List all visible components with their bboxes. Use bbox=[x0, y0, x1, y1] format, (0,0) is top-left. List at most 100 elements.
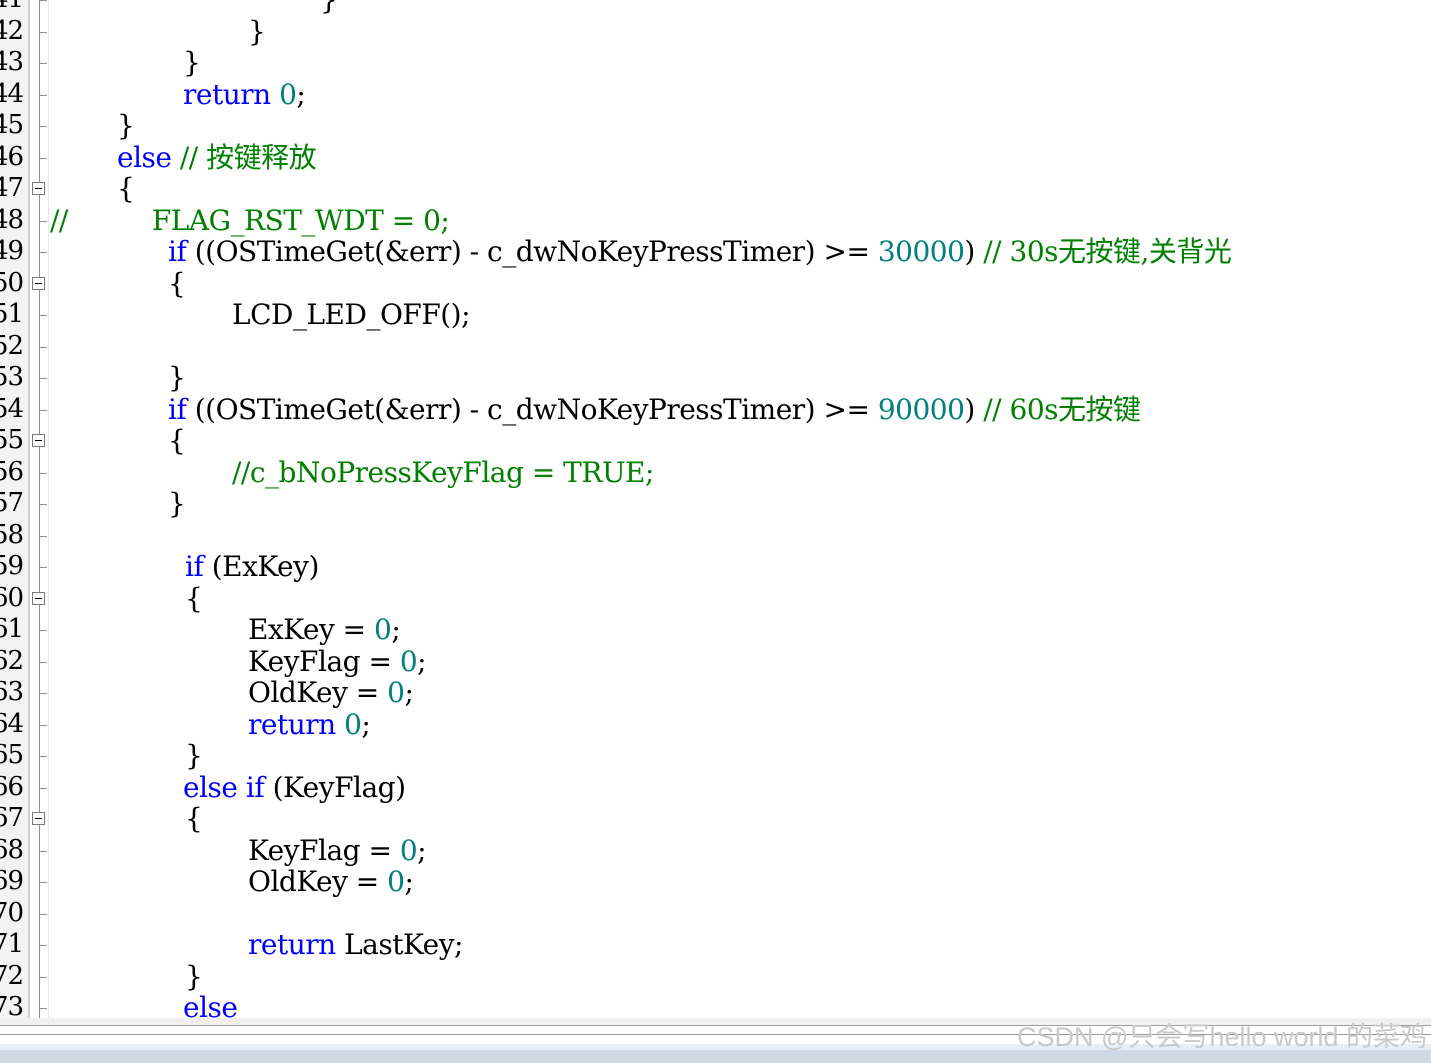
code-token: ) bbox=[964, 235, 984, 268]
keyword-token: return bbox=[248, 928, 336, 961]
code-line[interactable]: } bbox=[185, 961, 203, 992]
code-token: { bbox=[185, 802, 203, 835]
code-line[interactable]: return 0; bbox=[248, 707, 371, 741]
number-token: 0 bbox=[344, 707, 362, 741]
fold-guide-line bbox=[39, 0, 40, 1018]
comment-token: // 60s无按键 bbox=[983, 392, 1141, 426]
code-line[interactable]: OldKey = 0; bbox=[248, 865, 414, 898]
fold-tick bbox=[39, 94, 47, 96]
code-line[interactable]: return LastKey; bbox=[248, 929, 463, 960]
code-line[interactable]: //c_bNoPressKeyFlag = TRUE; bbox=[232, 457, 654, 488]
code-token: } bbox=[185, 739, 203, 772]
code-token: OldKey = bbox=[248, 865, 388, 898]
fold-toggle-icon[interactable] bbox=[32, 812, 45, 825]
fold-tick bbox=[39, 850, 47, 852]
code-line[interactable]: if ((OSTimeGet(&err) - c_dwNoKeyPressTim… bbox=[168, 394, 1141, 425]
code-token: ; bbox=[404, 676, 414, 709]
number-token: 0 bbox=[387, 676, 405, 709]
code-token: KeyFlag = bbox=[248, 644, 400, 678]
fold-toggle-icon[interactable] bbox=[32, 182, 45, 195]
fold-tick bbox=[39, 126, 47, 127]
fold-tick bbox=[39, 913, 47, 915]
line-number: 60 bbox=[0, 582, 24, 613]
line-number: 46 bbox=[0, 141, 24, 172]
fold-tick bbox=[39, 504, 47, 505]
code-token: ((OSTimeGet(&err) - c_dwNoKeyPressTimer)… bbox=[186, 235, 878, 268]
code-line[interactable]: else if (KeyFlag) bbox=[183, 772, 406, 803]
code-line[interactable]: } bbox=[185, 739, 203, 772]
code-token: } bbox=[320, 0, 338, 16]
code-line[interactable]: { bbox=[185, 802, 203, 835]
keyword-token: if bbox=[168, 235, 187, 268]
code-line[interactable]: KeyFlag = 0; bbox=[248, 833, 427, 867]
line-number: 47 bbox=[0, 173, 24, 203]
code-line[interactable]: { bbox=[117, 173, 135, 204]
fold-tick bbox=[39, 0, 47, 1]
code-line[interactable]: if (ExKey) bbox=[185, 551, 319, 582]
line-number: 42 bbox=[0, 15, 24, 46]
code-line[interactable]: { bbox=[168, 425, 186, 456]
code-token: ; bbox=[296, 77, 306, 111]
code-line[interactable]: return 0; bbox=[183, 77, 306, 111]
number-token: 0 bbox=[387, 865, 405, 898]
line-number: 51 bbox=[0, 299, 24, 329]
line-number: 55 bbox=[0, 425, 24, 455]
code-token: KeyFlag = bbox=[248, 833, 400, 867]
code-line[interactable]: KeyFlag = 0; bbox=[248, 644, 427, 678]
code-line[interactable]: } bbox=[117, 110, 135, 141]
code-line[interactable]: } bbox=[320, 0, 338, 16]
code-area[interactable]: }}}return 0;}else // 按键释放{// FLAG_RST_WD… bbox=[50, 0, 1431, 1018]
code-line[interactable]: // FLAG_RST_WDT = 0; bbox=[50, 203, 450, 237]
fold-tick bbox=[39, 567, 47, 568]
code-line[interactable]: LCD_LED_OFF(); bbox=[232, 299, 471, 330]
code-line[interactable]: } bbox=[168, 362, 186, 393]
code-line[interactable]: OldKey = 0; bbox=[248, 676, 414, 709]
fold-tick bbox=[39, 661, 47, 663]
comment-token: FLAG_RST_WDT = 0; bbox=[67, 203, 450, 237]
fold-toggle-icon[interactable] bbox=[32, 434, 45, 447]
line-number: 66 bbox=[0, 771, 24, 802]
line-number: 48 bbox=[0, 204, 24, 235]
code-token: ; bbox=[417, 644, 427, 678]
keyword-token: return bbox=[248, 707, 336, 741]
keyword-token: return bbox=[183, 77, 271, 111]
line-number: 70 bbox=[0, 897, 24, 928]
line-number: 61 bbox=[0, 614, 24, 644]
fold-toggle-icon[interactable] bbox=[32, 591, 45, 605]
fold-tick bbox=[39, 63, 47, 64]
code-line[interactable]: { bbox=[168, 268, 186, 299]
code-line[interactable]: else // 按键释放 bbox=[117, 142, 317, 173]
fold-tick bbox=[39, 220, 47, 222]
line-number: 67 bbox=[0, 803, 24, 833]
code-line[interactable]: { bbox=[185, 583, 203, 614]
fold-toggle-icon[interactable] bbox=[32, 276, 45, 290]
code-line[interactable]: } bbox=[168, 487, 186, 520]
code-editor[interactable]: 4142434445464748495051525354555657585960… bbox=[0, 0, 1431, 1018]
comment-token: // 30s无按键,关背光 bbox=[983, 235, 1232, 268]
code-token: (KeyFlag) bbox=[264, 770, 406, 804]
line-number: 59 bbox=[0, 551, 24, 581]
code-line[interactable]: ExKey = 0; bbox=[248, 613, 401, 646]
fold-tick bbox=[39, 378, 47, 379]
code-token: } bbox=[168, 487, 186, 520]
code-line[interactable]: } bbox=[183, 47, 201, 78]
line-number: 69 bbox=[0, 866, 24, 896]
code-token: ; bbox=[391, 613, 401, 646]
line-number: 71 bbox=[0, 929, 24, 959]
code-line[interactable]: } bbox=[248, 14, 266, 48]
fold-tick bbox=[39, 535, 47, 537]
fold-tick bbox=[39, 346, 47, 348]
code-line[interactable]: else bbox=[183, 991, 238, 1018]
fold-tick bbox=[39, 252, 47, 253]
code-line[interactable]: if ((OSTimeGet(&err) - c_dwNoKeyPressTim… bbox=[168, 235, 1232, 268]
code-token: ; bbox=[404, 865, 414, 898]
line-number: 63 bbox=[0, 677, 24, 707]
keyword-token: else if bbox=[183, 770, 265, 804]
keyword-token: if bbox=[168, 392, 187, 426]
keyword-token: else bbox=[183, 991, 238, 1018]
code-token: OldKey = bbox=[248, 676, 388, 709]
line-number: 68 bbox=[0, 834, 24, 865]
fold-tick bbox=[39, 976, 47, 978]
code-token: } bbox=[248, 14, 266, 48]
